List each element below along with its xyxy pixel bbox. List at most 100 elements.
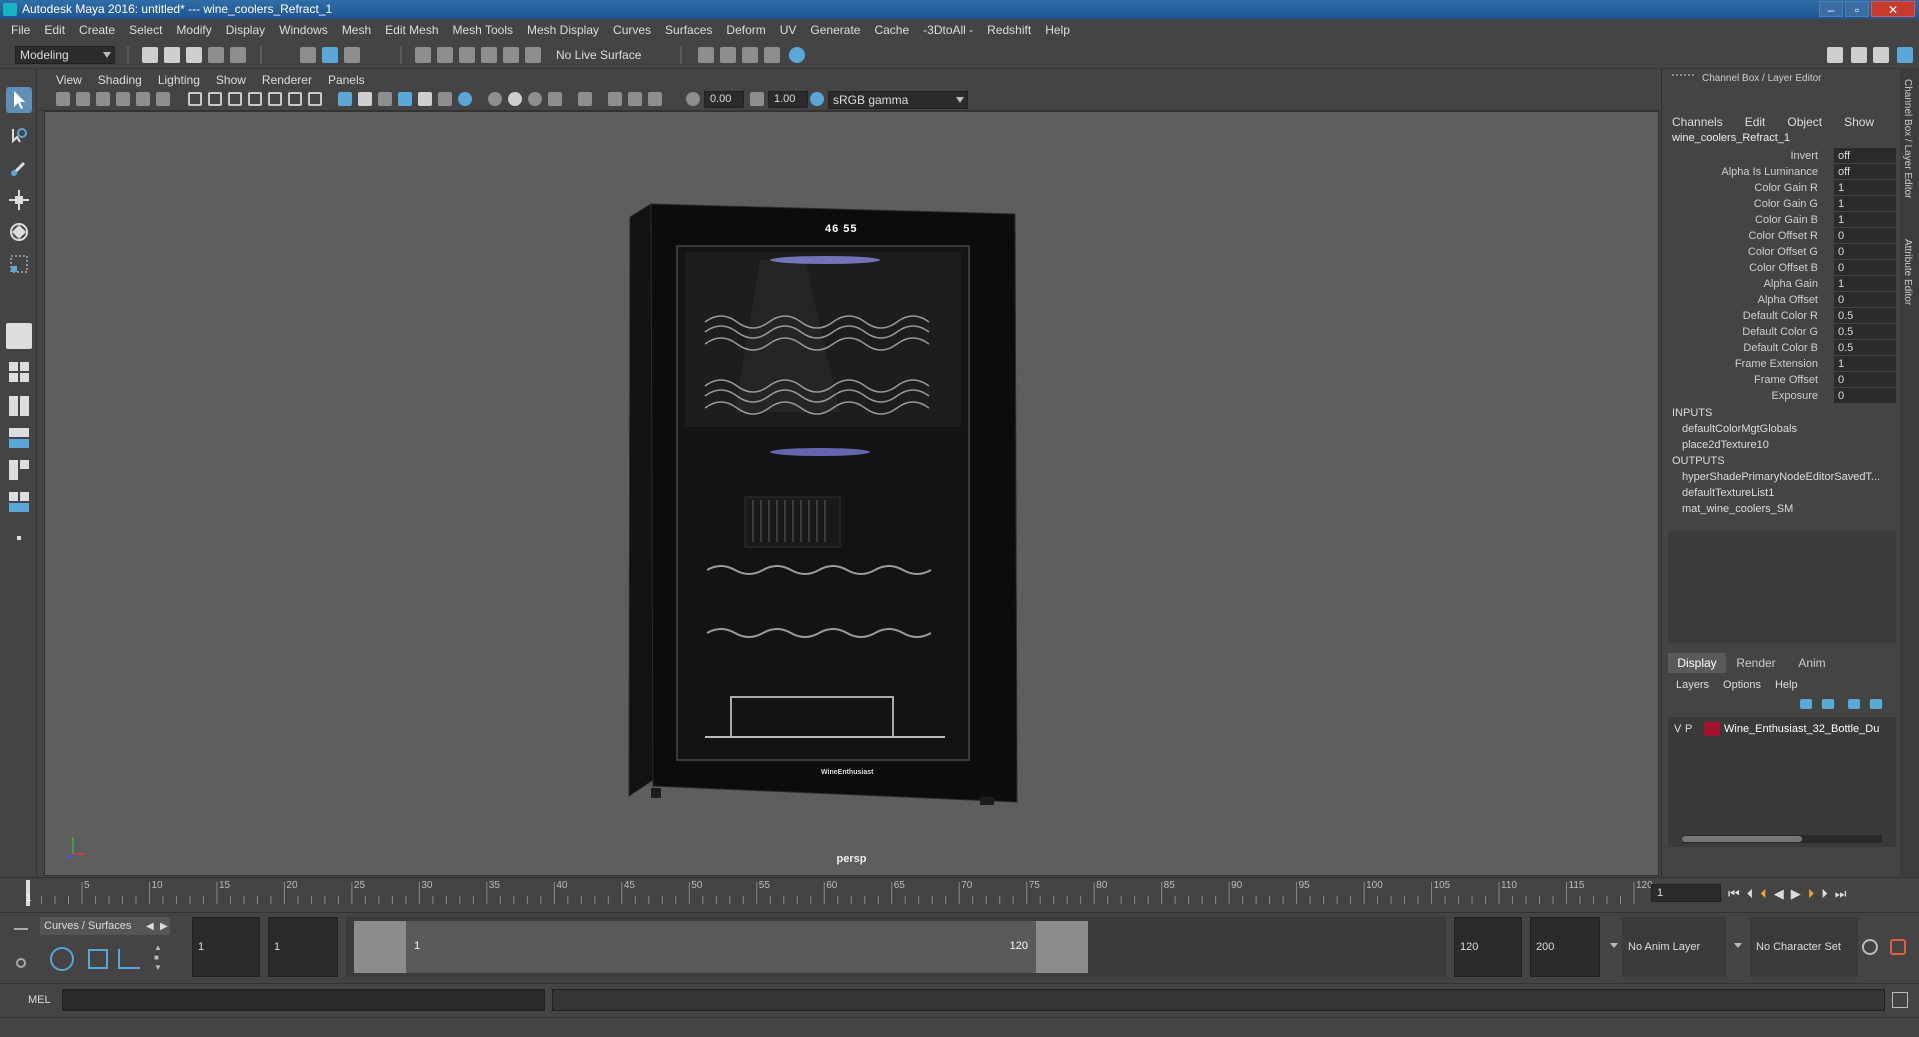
wireframe-icon[interactable]	[338, 92, 352, 106]
menu-windows[interactable]: Windows	[272, 23, 335, 37]
gate-mask-icon[interactable]	[248, 92, 262, 106]
menu-file[interactable]: File	[4, 23, 37, 37]
use-default-material-icon[interactable]	[378, 92, 392, 106]
character-set-dropdown[interactable]: No Character Set	[1750, 917, 1858, 977]
tool-settings-toggle-icon[interactable]	[1873, 47, 1889, 63]
scrollbar-thumb[interactable]	[1682, 836, 1802, 842]
layer-visibility-toggle[interactable]: V	[1674, 720, 1681, 738]
animation-preferences-icon[interactable]	[1890, 939, 1906, 955]
close-button[interactable]: ✕	[1871, 1, 1915, 17]
grid-icon[interactable]	[188, 92, 202, 106]
paint-select-tool-icon[interactable]	[6, 155, 32, 181]
snap-view-icon[interactable]	[481, 47, 497, 63]
attribute-editor-toggle-icon[interactable]	[1851, 47, 1867, 63]
layer-playback-toggle[interactable]: P	[1685, 720, 1692, 738]
color-management-icon[interactable]	[810, 92, 824, 106]
attr-row[interactable]: Default Color B 0.5	[1662, 340, 1902, 356]
snap-edge-icon[interactable]	[525, 47, 541, 63]
attr-row[interactable]: Color Gain B 1	[1662, 212, 1902, 228]
attr-value[interactable]: 1	[1834, 356, 1896, 371]
hypershade-layout-icon[interactable]	[6, 457, 32, 483]
camera-select-icon[interactable]	[56, 92, 70, 106]
attr-row[interactable]: Frame Offset 0	[1662, 372, 1902, 388]
menu-redshift[interactable]: Redshift	[980, 23, 1038, 37]
output-node[interactable]: hyperShadePrimaryNodeEditorSavedT...	[1682, 471, 1880, 483]
menu-edit[interactable]: Edit	[37, 23, 72, 37]
shelf-grip[interactable]	[14, 918, 28, 978]
attr-row[interactable]: Default Color R 0.5	[1662, 308, 1902, 324]
depth-of-field-icon[interactable]	[548, 92, 562, 106]
2d-pan-zoom-icon[interactable]	[136, 92, 150, 106]
auto-key-icon[interactable]	[1862, 939, 1878, 955]
field-chart-icon[interactable]	[268, 92, 282, 106]
attr-row[interactable]: Alpha Gain 1	[1662, 276, 1902, 292]
select-component-icon[interactable]	[344, 47, 360, 63]
four-view-layout-icon[interactable]	[6, 359, 32, 385]
isolate-select-icon[interactable]	[578, 92, 592, 106]
chevron-down-icon[interactable]	[1734, 943, 1742, 948]
ep-curve-tool-icon[interactable]	[118, 949, 140, 969]
wireframe-on-shaded-icon[interactable]	[398, 92, 412, 106]
xray-icon[interactable]	[608, 92, 622, 106]
camera-attributes-icon[interactable]	[76, 92, 90, 106]
side-tab-channel-box[interactable]: Channel Box / Layer Editor	[1902, 79, 1913, 199]
attr-value[interactable]: 1	[1834, 196, 1896, 211]
menu-cache[interactable]: Cache	[867, 23, 916, 37]
menu-mesh[interactable]: Mesh	[335, 23, 378, 37]
panel-menu-shading[interactable]: Shading	[90, 73, 150, 87]
bookmark-icon[interactable]	[96, 92, 110, 106]
attr-row[interactable]: Invert off	[1662, 148, 1902, 164]
attr-value[interactable]: 1	[1834, 180, 1896, 195]
persp-graph-layout-icon[interactable]	[6, 425, 32, 451]
multisample-aa-icon[interactable]	[528, 92, 542, 106]
attr-value[interactable]: 0	[1834, 292, 1896, 307]
attr-value[interactable]: 1	[1834, 212, 1896, 227]
tab-anim[interactable]: Anim	[1786, 653, 1838, 673]
view-transform-dropdown[interactable]: sRGB gamma	[828, 91, 968, 109]
attr-value[interactable]: 0	[1834, 372, 1896, 387]
outliner-layout-icon[interactable]	[6, 489, 32, 515]
film-gate-icon[interactable]	[208, 92, 222, 106]
new-layer-selected-icon[interactable]	[1870, 699, 1882, 709]
playback-start-field[interactable]: 1	[268, 917, 338, 977]
attr-value[interactable]: 0	[1834, 244, 1896, 259]
persp-outliner-layout-icon[interactable]	[6, 393, 32, 419]
gamma-icon[interactable]	[750, 92, 764, 106]
nurbs-circle-icon[interactable]	[50, 947, 74, 971]
attr-row[interactable]: Alpha Is Luminance off	[1662, 164, 1902, 180]
time-slider[interactable]: 5 10 15 20 25 30 35 40 45 50 55 60 65 70 75 80 85 90 95 100…	[0, 877, 1919, 912]
script-language-label[interactable]: MEL	[28, 994, 51, 1006]
attr-row[interactable]: Color Offset B 0	[1662, 260, 1902, 276]
safe-action-icon[interactable]	[288, 92, 302, 106]
command-input[interactable]	[62, 989, 545, 1011]
menu-curves[interactable]: Curves	[606, 23, 658, 37]
screen-space-ao-icon[interactable]	[488, 92, 502, 106]
tab-render[interactable]: Render	[1728, 653, 1784, 673]
menu-deform[interactable]: Deform	[719, 23, 772, 37]
perspective-viewport[interactable]: 46 55 WineEnthusiast persp	[44, 111, 1659, 876]
menu-generate[interactable]: Generate	[803, 23, 867, 37]
cb-menu-show[interactable]: Show	[1844, 115, 1874, 129]
render-current-icon[interactable]	[720, 47, 736, 63]
layer-name[interactable]: Wine_Enthusiast_32_Bottle_Du	[1724, 720, 1894, 738]
xray-joints-icon[interactable]	[648, 92, 662, 106]
layer-menu-layers[interactable]: Layers	[1676, 679, 1709, 691]
menuset-dropdown[interactable]: Modeling	[15, 46, 115, 64]
maximize-button[interactable]: ▫	[1845, 1, 1869, 17]
shelf-scroll-right-icon[interactable]: ▶	[160, 921, 168, 932]
render-settings-icon[interactable]	[764, 47, 780, 63]
layer-menu-help[interactable]: Help	[1775, 679, 1798, 691]
channel-box-toggle-icon[interactable]	[1897, 47, 1913, 63]
menu-uv[interactable]: UV	[773, 23, 804, 37]
menu-surfaces[interactable]: Surfaces	[658, 23, 719, 37]
menu-mesh-tools[interactable]: Mesh Tools	[446, 23, 520, 37]
snap-surface-icon[interactable]	[503, 47, 519, 63]
attr-row[interactable]: Color Offset R 0	[1662, 228, 1902, 244]
play-backward-icon[interactable]: ◀	[1774, 886, 1784, 902]
step-back-frame-icon[interactable]: ⏴	[1760, 886, 1767, 902]
step-forward-key-icon[interactable]: ⏵	[1821, 886, 1828, 902]
layer-menu-options[interactable]: Options	[1723, 679, 1761, 691]
attr-value[interactable]: 0	[1834, 228, 1896, 243]
attr-row[interactable]: Frame Extension 1	[1662, 356, 1902, 372]
side-tab-attribute-editor[interactable]: Attribute Editor	[1902, 239, 1913, 305]
